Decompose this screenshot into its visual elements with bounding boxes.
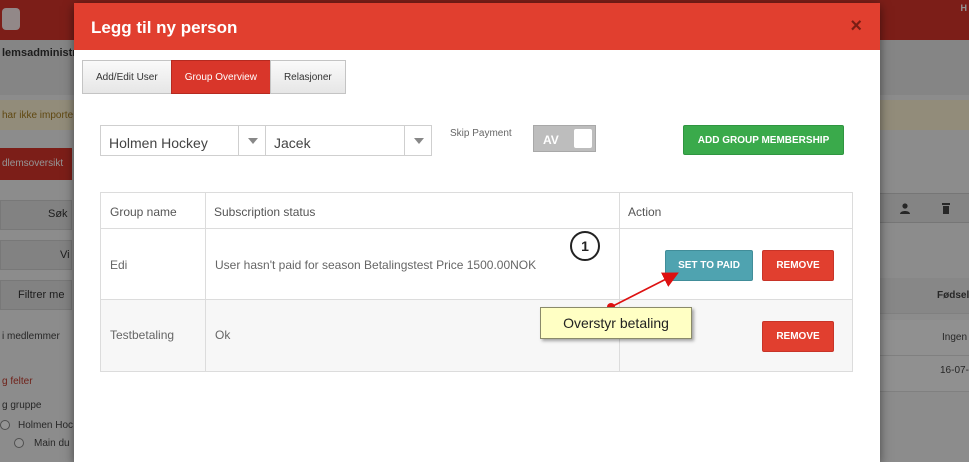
step-number-badge: 1 bbox=[570, 231, 600, 261]
annotation-callout: Overstyr betaling bbox=[540, 307, 692, 339]
annotation-arrow bbox=[607, 272, 679, 311]
